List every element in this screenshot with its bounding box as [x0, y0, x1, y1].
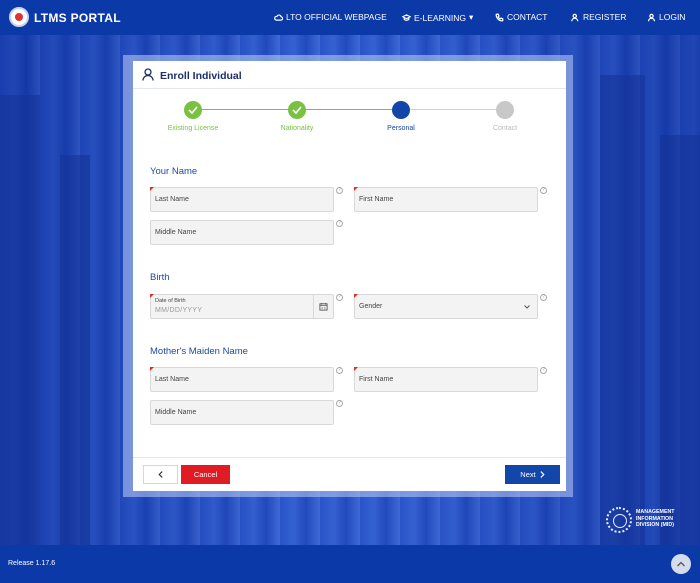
- field-label: Last Name: [155, 196, 189, 203]
- field-label: First Name: [359, 376, 394, 383]
- help-icon[interactable]: ?: [336, 400, 343, 407]
- chevron-left-icon: [158, 471, 163, 478]
- help-icon[interactable]: ?: [336, 220, 343, 227]
- nav-e-learning[interactable]: E-LEARNING ▾: [402, 12, 473, 23]
- nav-label: E-LEARNING: [414, 12, 466, 23]
- mid-line: DIVISION (MID): [636, 522, 674, 528]
- user-outline-icon: [142, 68, 154, 81]
- field-label: Middle Name: [155, 409, 197, 416]
- cancel-button[interactable]: Cancel: [181, 465, 230, 484]
- section-title-birth: Birth: [150, 272, 170, 283]
- help-icon[interactable]: ?: [540, 187, 547, 194]
- background-building: [60, 155, 90, 545]
- top-navbar: LTMS PORTAL LTO OFFICIAL WEBPAGE E-LEARN…: [0, 0, 700, 35]
- required-marker: [150, 367, 154, 371]
- chevron-down-icon: [524, 305, 530, 309]
- gender-select[interactable]: Gender: [354, 294, 538, 319]
- help-icon[interactable]: ?: [336, 187, 343, 194]
- help-icon[interactable]: ?: [336, 367, 343, 374]
- nav-label: LOGIN: [659, 12, 686, 22]
- nav-label: LTO OFFICIAL WEBPAGE: [286, 12, 387, 22]
- check-icon: [188, 106, 198, 114]
- card-title: Enroll Individual: [160, 70, 242, 82]
- background-building: [660, 135, 700, 545]
- step-personal[interactable]: [392, 101, 410, 119]
- nav-lto-official-webpage[interactable]: LTO OFFICIAL WEBPAGE: [274, 12, 387, 22]
- help-icon[interactable]: ?: [540, 367, 547, 374]
- field-label: Last Name: [155, 376, 189, 383]
- mid-seal-icon: [606, 507, 632, 533]
- nav-label: CONTACT: [507, 12, 548, 22]
- stepper-line: [193, 109, 297, 110]
- maiden-last-name-field[interactable]: Last Name: [150, 367, 334, 392]
- calendar-button[interactable]: [313, 295, 333, 318]
- date-placeholder: MM/DD/YYYY: [155, 307, 203, 314]
- required-marker: [150, 187, 154, 191]
- maiden-first-name-field[interactable]: First Name: [354, 367, 538, 392]
- help-icon[interactable]: ?: [540, 294, 547, 301]
- bottom-bar: Release 1.17.6: [0, 545, 700, 583]
- step-label: Personal: [387, 125, 415, 132]
- chevron-right-icon: [540, 471, 545, 478]
- nav-register[interactable]: REGISTER: [571, 12, 626, 22]
- nav-contact[interactable]: CONTACT: [495, 12, 547, 22]
- step-label: Contact: [492, 125, 518, 132]
- section-title-maiden-name: Mother's Maiden Name: [150, 346, 248, 357]
- user-icon: [647, 13, 656, 21]
- nav-label: REGISTER: [583, 12, 627, 22]
- phone-icon: [495, 13, 504, 21]
- calendar-icon: [319, 302, 328, 311]
- enroll-card: Enroll Individual Existing License Natio…: [133, 61, 566, 491]
- field-label: First Name: [359, 196, 394, 203]
- release-version: Release 1.17.6: [8, 560, 56, 567]
- check-icon: [292, 106, 302, 114]
- chevron-up-icon: [677, 561, 685, 567]
- stepper-line: [297, 109, 401, 110]
- middle-name-field[interactable]: Middle Name: [150, 220, 334, 245]
- field-label: Gender: [359, 303, 383, 310]
- required-marker: [150, 294, 154, 298]
- last-name-field[interactable]: Last Name: [150, 187, 334, 212]
- required-marker: [354, 187, 358, 191]
- field-label: Middle Name: [155, 229, 197, 236]
- field-label: Date of Birth: [155, 298, 186, 304]
- step-label: Existing License: [167, 125, 219, 132]
- nav-login[interactable]: LOGIN: [647, 12, 685, 22]
- chevron-down-icon: ▾: [468, 12, 474, 22]
- mid-line: MANAGEMENT: [636, 509, 675, 515]
- next-button-label: Next: [520, 470, 536, 479]
- help-icon[interactable]: ?: [336, 294, 343, 301]
- graduation-cap-icon: [402, 14, 411, 21]
- mid-logo-text: MANAGEMENT INFORMATION DIVISION (MID): [636, 509, 675, 529]
- first-name-field[interactable]: First Name: [354, 187, 538, 212]
- required-marker: [354, 367, 358, 371]
- step-label: Nationality: [280, 125, 314, 132]
- background-building: [0, 95, 40, 545]
- lto-logo-icon[interactable]: [9, 7, 29, 27]
- cloud-icon: [274, 13, 283, 21]
- scroll-to-top-button[interactable]: [671, 554, 691, 574]
- stepper-line: [401, 109, 505, 110]
- step-contact[interactable]: [496, 101, 514, 119]
- step-nationality[interactable]: [288, 101, 306, 119]
- next-button[interactable]: Next: [505, 465, 560, 484]
- required-marker: [354, 294, 358, 298]
- section-title-your-name: Your Name: [150, 166, 198, 177]
- card-header: Enroll Individual: [133, 61, 566, 89]
- background-building: [600, 75, 645, 545]
- maiden-middle-name-field[interactable]: Middle Name: [150, 400, 334, 425]
- back-button[interactable]: [143, 465, 178, 484]
- date-of-birth-field[interactable]: Date of Birth MM/DD/YYYY: [150, 294, 334, 319]
- card-footer-divider: [133, 457, 566, 458]
- user-plus-icon: [571, 13, 579, 21]
- step-existing-license[interactable]: [184, 101, 202, 119]
- brand-title[interactable]: LTMS PORTAL: [34, 11, 121, 25]
- mid-logo: MANAGEMENT INFORMATION DIVISION (MID): [606, 505, 686, 537]
